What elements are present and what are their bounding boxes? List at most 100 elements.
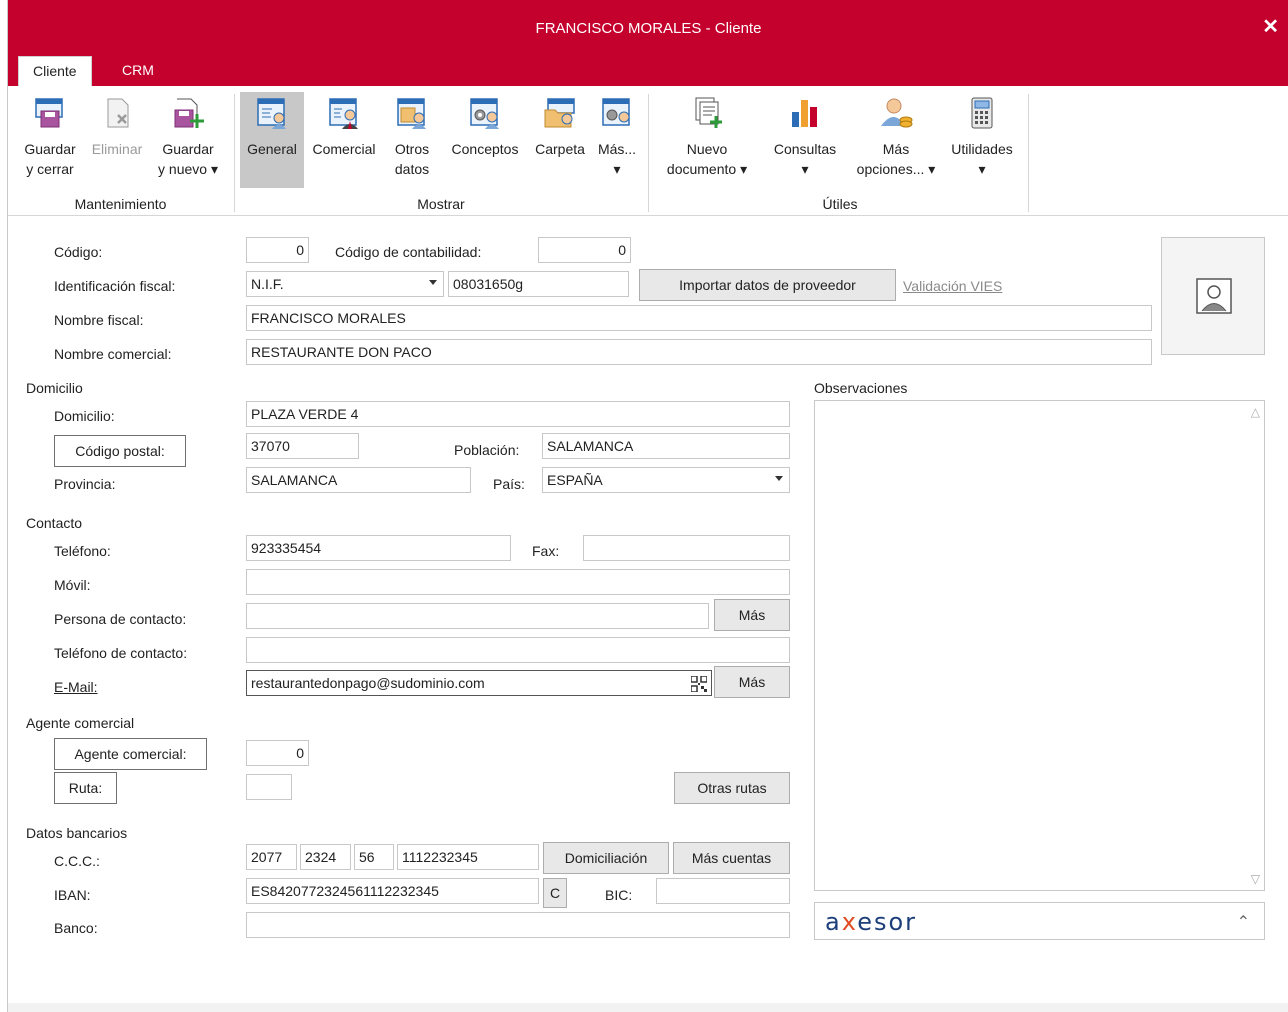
ccc-oficina-input[interactable]: 2324: [300, 844, 351, 870]
guardar-nuevo-button[interactable]: Guardar y nuevo ▾: [150, 92, 226, 188]
domicilio-input[interactable]: PLAZA VERDE 4: [246, 401, 790, 427]
tab-crm[interactable]: CRM: [108, 56, 168, 86]
ccc-entidad-input[interactable]: 2077: [246, 844, 297, 870]
ccc-dc-input[interactable]: 56: [354, 844, 394, 870]
nuevo-documento-button[interactable]: Nuevo documento ▾: [654, 92, 760, 188]
nombre-comercial-label: Nombre comercial:: [54, 346, 172, 362]
otros-datos-button[interactable]: Otros datos: [382, 92, 442, 188]
scroll-up-icon[interactable]: △: [1251, 405, 1260, 419]
agente-comercial-button[interactable]: Agente comercial:: [54, 738, 207, 770]
otras-rutas-button[interactable]: Otras rutas: [674, 772, 790, 804]
banco-section-title: Datos bancarios: [26, 825, 128, 841]
fax-input[interactable]: [583, 535, 790, 561]
nif-input[interactable]: 08031650g: [448, 271, 629, 297]
provincia-input[interactable]: SALAMANCA: [246, 467, 471, 493]
mas-mostrar-line1: Más...: [597, 141, 637, 157]
save-close-icon: [35, 98, 63, 128]
identificacion-fiscal-select[interactable]: N.I.F.: [246, 271, 444, 297]
persona-contacto-input[interactable]: [246, 603, 709, 629]
axesor-panel[interactable]: axesor ⌃: [814, 902, 1265, 940]
carpeta-button[interactable]: Carpeta: [528, 92, 592, 188]
identificacion-fiscal-value: N.I.F.: [251, 276, 284, 292]
pais-select[interactable]: ESPAÑA: [542, 467, 790, 493]
chevron-down-icon: [429, 280, 437, 285]
validacion-vies-link[interactable]: Validación VIES: [903, 278, 1002, 294]
avatar-icon: [1196, 278, 1232, 314]
status-strip: [8, 1003, 1288, 1012]
pais-label: País:: [493, 476, 525, 492]
provincia-label: Provincia:: [54, 476, 116, 492]
telefono-contacto-input[interactable]: [246, 637, 790, 663]
ribbon: Guardar y cerrar Eliminar Guardar y nuev…: [8, 86, 1288, 216]
comercial-card-icon: [329, 98, 358, 129]
consultas-button[interactable]: Consultas ▾: [760, 92, 850, 188]
agente-comercial-input[interactable]: 0: [246, 740, 309, 766]
mas-opciones-button[interactable]: Más opciones... ▾: [850, 92, 942, 188]
eliminar-button[interactable]: Eliminar: [84, 92, 150, 188]
contacto-section-title: Contacto: [26, 515, 83, 531]
photo-placeholder[interactable]: [1161, 237, 1265, 355]
mas-opciones-line1: Más: [882, 141, 910, 157]
group-label-utiles: Útiles: [822, 196, 858, 212]
iban-calc-button[interactable]: C: [543, 878, 567, 908]
codigo-contabilidad-input[interactable]: 0: [538, 237, 631, 263]
qr-code-icon[interactable]: [691, 676, 707, 692]
banco-input[interactable]: [246, 912, 790, 938]
iban-input[interactable]: ES8420772324561112232345: [246, 878, 539, 904]
comercial-label: Comercial: [312, 141, 376, 157]
codigo-postal-input[interactable]: 37070: [246, 433, 359, 459]
general-card-icon: [257, 98, 286, 129]
nombre-comercial-input[interactable]: RESTAURANTE DON PACO: [246, 339, 1152, 365]
pais-value: ESPAÑA: [547, 472, 603, 488]
identificacion-fiscal-label: Identificación fiscal:: [54, 278, 176, 294]
ccc-label: C.C.C.:: [54, 853, 100, 869]
guardar-cerrar-button[interactable]: Guardar y cerrar: [14, 92, 86, 188]
codigo-label: Código:: [54, 244, 103, 260]
email-input[interactable]: restaurantedonpago@sudominio.com: [246, 670, 712, 696]
general-button[interactable]: General: [240, 92, 304, 188]
ruta-button[interactable]: Ruta:: [54, 772, 117, 804]
close-icon[interactable]: ✕: [1262, 14, 1279, 39]
mas-persona-button[interactable]: Más: [714, 599, 790, 631]
codigo-input[interactable]: 0: [246, 237, 309, 263]
ruta-input[interactable]: [246, 774, 292, 800]
group-utiles: Nuevo documento ▾ Consultas ▾ Más opcion…: [650, 92, 1030, 214]
telefono-input[interactable]: 923335454: [246, 535, 511, 561]
tab-strip: Cliente CRM: [8, 56, 1288, 86]
poblacion-label: Población:: [454, 442, 520, 458]
mas-mostrar-button[interactable]: Más... ▾: [592, 92, 642, 188]
chart-icon: [792, 100, 817, 127]
consultas-line1: Consultas: [773, 141, 837, 157]
email-link[interactable]: E-Mail:: [54, 679, 98, 695]
group-mantenimiento: Guardar y cerrar Eliminar Guardar y nuev…: [8, 92, 233, 214]
movil-input[interactable]: [246, 569, 790, 595]
movil-label: Móvil:: [54, 577, 91, 593]
title-bar: FRANCISCO MORALES - Cliente ✕: [8, 0, 1288, 56]
utilidades-button[interactable]: Utilidades ▾: [942, 92, 1022, 188]
observaciones-textarea[interactable]: △ ▽: [814, 400, 1265, 891]
banco-label: Banco:: [54, 920, 98, 936]
importar-proveedor-button[interactable]: Importar datos de proveedor: [639, 269, 896, 301]
poblacion-input[interactable]: SALAMANCA: [542, 433, 790, 459]
mas-email-button[interactable]: Más: [714, 666, 790, 698]
otros-datos-line1: Otros: [394, 141, 430, 157]
mas-opciones-line2: opciones... ▾: [856, 161, 936, 177]
conceptos-button[interactable]: Conceptos: [442, 92, 528, 188]
scroll-down-icon[interactable]: ▽: [1251, 872, 1260, 886]
nombre-fiscal-input[interactable]: FRANCISCO MORALES: [246, 305, 1152, 331]
chevron-down-icon: [775, 476, 783, 481]
codigo-postal-button[interactable]: Código postal:: [54, 435, 186, 467]
mas-cuentas-button[interactable]: Más cuentas: [673, 842, 790, 874]
save-new-icon: [174, 98, 204, 128]
group-label-mostrar: Mostrar: [417, 196, 465, 212]
domiciliacion-button[interactable]: Domiciliación: [543, 842, 669, 874]
tab-cliente[interactable]: Cliente: [18, 56, 92, 86]
chevron-up-icon[interactable]: ⌃: [1237, 912, 1250, 932]
group-mostrar: General Comercial Otros datos Conceptos …: [236, 92, 646, 214]
bic-input[interactable]: [656, 878, 790, 904]
guardar-cerrar-line2: y cerrar: [26, 161, 74, 177]
comercial-button[interactable]: Comercial: [306, 92, 382, 188]
ccc-cuenta-input[interactable]: 1112232345: [397, 844, 539, 870]
client-window: FRANCISCO MORALES - Cliente ✕ Cliente CR…: [7, 0, 1288, 1012]
telefono-contacto-label: Teléfono de contacto:: [54, 645, 188, 661]
